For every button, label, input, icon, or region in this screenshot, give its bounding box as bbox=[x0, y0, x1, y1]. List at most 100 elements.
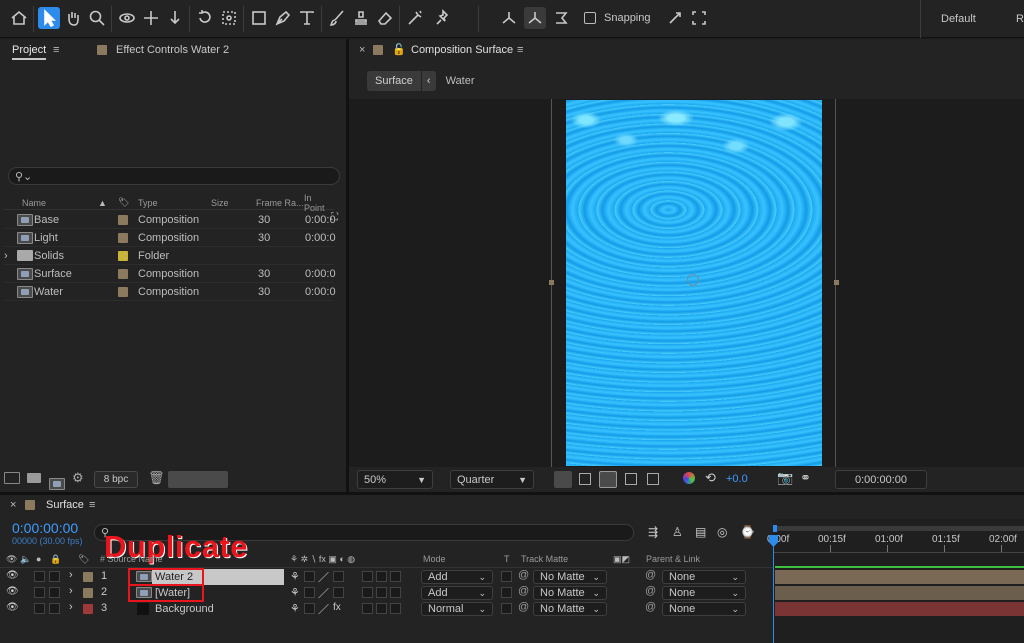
lock-icon[interactable]: 🔓 bbox=[392, 43, 406, 56]
motion-blur-switch[interactable] bbox=[376, 587, 387, 598]
tab-project[interactable]: Project bbox=[12, 44, 47, 60]
timeline-timecode[interactable]: 0:00:00:00 bbox=[12, 520, 78, 536]
parent-pickwhip-icon[interactable]: @ bbox=[645, 601, 656, 613]
current-time-display[interactable]: 0:00:00:00 bbox=[835, 470, 927, 489]
parent-dropdown[interactable]: None ⌄ bbox=[662, 586, 746, 600]
world-axis-icon[interactable] bbox=[524, 7, 546, 29]
col-type[interactable]: Type bbox=[138, 198, 158, 208]
preserve-transparency-checkbox[interactable] bbox=[501, 603, 512, 614]
collapse-switch[interactable] bbox=[304, 603, 315, 614]
trash-icon[interactable]: 🗑 bbox=[148, 470, 165, 486]
interpret-footage-icon[interactable] bbox=[4, 472, 20, 484]
audio-switch-icon[interactable]: 🔈 bbox=[20, 554, 31, 565]
solo-checkbox[interactable] bbox=[34, 603, 45, 614]
quality-switch-icon[interactable]: ／ bbox=[318, 585, 329, 601]
project-item-row[interactable]: Surface Composition 30 0:00:0 bbox=[4, 266, 336, 283]
col-size[interactable]: Size bbox=[211, 198, 229, 208]
label-swatch[interactable] bbox=[118, 233, 128, 243]
col-track-matte[interactable]: Track Matte bbox=[521, 554, 568, 564]
pan-camera-icon[interactable] bbox=[140, 7, 162, 29]
eye-icon[interactable]: 👁 bbox=[6, 602, 19, 613]
matte-pickwhip-icon[interactable]: @ bbox=[518, 601, 529, 613]
comp-menu-icon[interactable]: ≡ bbox=[517, 44, 523, 56]
lock-checkbox[interactable] bbox=[49, 587, 60, 598]
breadcrumb-chevron-icon[interactable]: ‹ bbox=[420, 71, 436, 91]
eraser-tool-icon[interactable] bbox=[374, 7, 396, 29]
expand-chevron-icon[interactable]: › bbox=[4, 250, 8, 262]
lock-switch-icon[interactable]: 🔒 bbox=[50, 554, 61, 565]
timeline-layer-row[interactable]: 👁 › 1 Water 2 ⚘ ／ Add ⌄ @ No Matte ⌄ @ None ⌄ bbox=[0, 569, 773, 585]
mask-visibility-icon[interactable] bbox=[599, 471, 617, 488]
region-of-interest-icon[interactable] bbox=[625, 473, 637, 485]
roto-brush-tool-icon[interactable] bbox=[404, 7, 426, 29]
rotation-tool-icon[interactable] bbox=[194, 7, 216, 29]
track-matte-dropdown[interactable]: No Matte ⌄ bbox=[533, 602, 607, 616]
video-switch-icon[interactable]: 👁 bbox=[6, 554, 17, 565]
view-axis-icon[interactable] bbox=[550, 7, 572, 29]
close-icon[interactable]: × bbox=[359, 44, 365, 56]
home-icon[interactable] bbox=[8, 7, 30, 29]
breadcrumb-water[interactable]: Water bbox=[436, 71, 485, 91]
fast-previews-icon[interactable] bbox=[554, 471, 572, 488]
layer-duration-bar[interactable] bbox=[775, 570, 1024, 584]
clone-stamp-tool-icon[interactable] bbox=[350, 7, 372, 29]
blend-mode-dropdown[interactable]: Add ⌄ bbox=[421, 586, 493, 600]
label-swatch[interactable] bbox=[118, 251, 128, 261]
blend-mode-dropdown[interactable]: Add ⌄ bbox=[421, 570, 493, 584]
project-settings-icon[interactable]: ⚙ bbox=[72, 470, 84, 486]
snapping-toggle[interactable]: Snapping bbox=[584, 12, 651, 24]
workspace-default[interactable]: Default bbox=[941, 13, 976, 25]
transparency-grid-icon[interactable] bbox=[579, 473, 591, 485]
adjustment-switch[interactable] bbox=[390, 603, 401, 614]
frame-blend-switch[interactable] bbox=[362, 587, 373, 598]
label-swatch[interactable] bbox=[118, 287, 128, 297]
col-mode[interactable]: Mode bbox=[423, 554, 446, 564]
expand-chevron-icon[interactable]: › bbox=[69, 569, 73, 581]
collapse-switch[interactable] bbox=[304, 587, 315, 598]
label-column-icon[interactable]: 🏷 bbox=[78, 554, 89, 565]
magnification-dropdown[interactable]: 50% ▼ bbox=[357, 470, 433, 489]
col-source-name[interactable]: # Source Name bbox=[100, 554, 163, 564]
guides-icon[interactable] bbox=[647, 473, 659, 485]
layer-label-swatch[interactable] bbox=[83, 588, 93, 598]
matte-pickwhip-icon[interactable]: @ bbox=[518, 569, 529, 581]
pen-tool-icon[interactable] bbox=[272, 7, 294, 29]
new-folder-icon[interactable] bbox=[27, 473, 41, 483]
work-area-bar[interactable] bbox=[775, 566, 1024, 568]
motion-blur-switch[interactable] bbox=[376, 603, 387, 614]
composition-viewer[interactable] bbox=[349, 99, 1024, 467]
layer-duration-bar[interactable] bbox=[775, 586, 1024, 600]
timeline-layer-row[interactable]: 👁 › 2 [Water] ⚘ ／ Add ⌄ @ No Matte ⌄ @ None ⌄ bbox=[0, 585, 773, 601]
shy-layers-icon[interactable]: ♙ bbox=[672, 525, 683, 539]
preserve-transparency-checkbox[interactable] bbox=[501, 587, 512, 598]
quality-switch-icon[interactable]: ／ bbox=[318, 601, 329, 617]
tab-timeline-surface[interactable]: Surface bbox=[46, 499, 84, 511]
type-tool-icon[interactable] bbox=[296, 7, 318, 29]
solo-checkbox[interactable] bbox=[34, 587, 45, 598]
hand-tool-icon[interactable] bbox=[62, 7, 84, 29]
layer-name[interactable]: Background bbox=[152, 601, 284, 617]
motion-blur-switch[interactable] bbox=[376, 571, 387, 582]
adjustment-switch[interactable] bbox=[390, 587, 401, 598]
motion-blur-icon[interactable]: ◎ bbox=[717, 525, 727, 539]
solo-checkbox[interactable] bbox=[34, 571, 45, 582]
rectangle-tool-icon[interactable] bbox=[248, 7, 270, 29]
shy-switch-icon[interactable]: ⚘ bbox=[290, 570, 300, 583]
col-t[interactable]: T bbox=[504, 554, 510, 564]
show-snapshot-icon[interactable]: ⚭ bbox=[800, 470, 811, 486]
col-in-point[interactable]: In Point bbox=[304, 193, 334, 213]
frame-blend-switch[interactable] bbox=[362, 603, 373, 614]
expand-chevron-icon[interactable]: › bbox=[69, 601, 73, 613]
blend-mode-dropdown[interactable]: Normal ⌄ bbox=[421, 602, 493, 616]
bpc-button[interactable]: 8 bpc bbox=[94, 471, 138, 488]
layer-label-swatch[interactable] bbox=[83, 604, 93, 614]
timeline-layer-row[interactable]: 👁 › 3 Background ⚘ ／ fx Normal ⌄ @ No Matte ⌄ @ None ⌄ bbox=[0, 601, 773, 617]
parent-dropdown[interactable]: None ⌄ bbox=[662, 602, 746, 616]
label-swatch[interactable] bbox=[118, 215, 128, 225]
frame-blend-switch[interactable] bbox=[362, 571, 373, 582]
expand-chevron-icon[interactable]: › bbox=[69, 585, 73, 597]
parent-pickwhip-icon[interactable]: @ bbox=[645, 585, 656, 597]
eye-icon[interactable]: 👁 bbox=[6, 570, 19, 581]
breadcrumb-surface[interactable]: Surface bbox=[367, 71, 421, 91]
collapse-switch[interactable] bbox=[304, 571, 315, 582]
